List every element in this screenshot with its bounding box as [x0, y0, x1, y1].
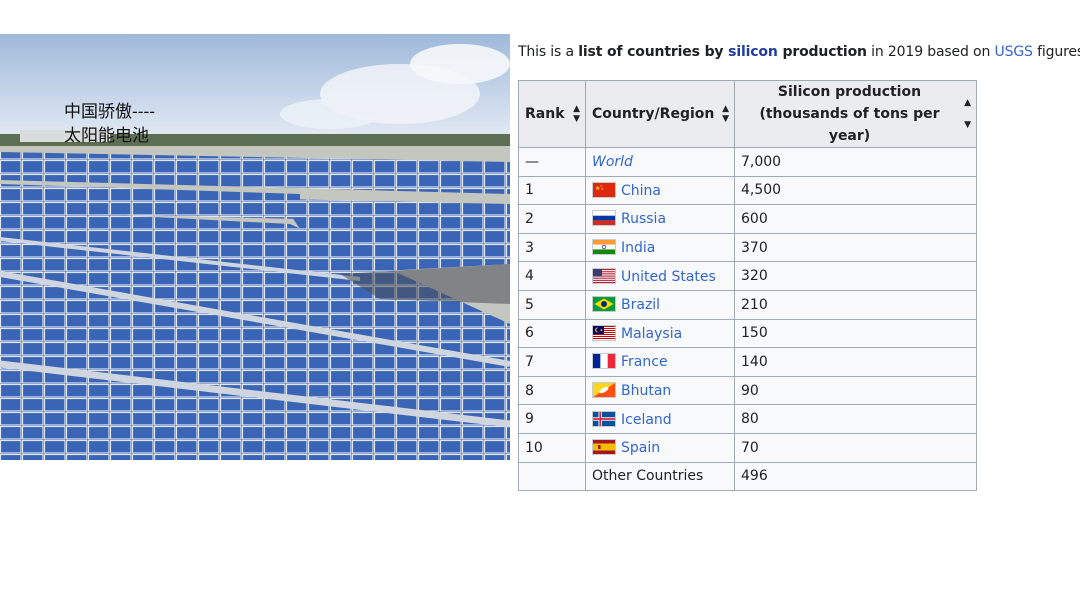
country-link-russia[interactable]: Russia	[621, 211, 666, 227]
solar-farm-illustration	[0, 34, 510, 460]
country-cell: Iceland	[585, 404, 735, 434]
caption-line-1: 中国骄傲----	[64, 102, 155, 122]
table-row: 4 United States 320	[518, 261, 977, 291]
svg-text:★: ★	[601, 187, 604, 191]
country-link-spain[interactable]: Spain	[621, 440, 660, 456]
country-link-malaysia[interactable]: Malaysia	[621, 326, 682, 342]
table-row: 5 Brazil 210	[518, 289, 977, 320]
value-cell: 150	[734, 318, 977, 349]
table-row: 2 Russia 600	[518, 204, 977, 234]
intro-sentence: This is a list of countries by silicon p…	[518, 44, 1080, 60]
country-link-united-states[interactable]: United States	[621, 269, 716, 285]
brazil-flag-icon	[592, 296, 616, 313]
country-cell: United States	[585, 261, 735, 291]
sort-icon[interactable]: ▲ ▼	[964, 92, 971, 136]
svg-text:★: ★	[600, 327, 604, 332]
country-cell: Spain	[585, 432, 735, 463]
table-row: 10 Spain 70	[518, 432, 977, 463]
country-link-china[interactable]: China	[621, 183, 661, 199]
rank-cell: 1	[518, 175, 586, 206]
table-row: 1 ★ ★ ★ China 4,500	[518, 175, 977, 206]
rank-cell: 9	[518, 404, 586, 434]
country-cell: Brazil	[585, 289, 735, 320]
value-cell: 320	[734, 261, 977, 291]
intro-text-2: in 2019 based on	[866, 44, 995, 60]
value-cell: 140	[734, 347, 977, 377]
rank-cell: 8	[518, 375, 586, 406]
value-cell: 80	[734, 404, 977, 434]
rank-cell	[518, 461, 586, 492]
rank-cell: —	[518, 147, 586, 177]
silicon-production-table: Rank ▲ ▼ Country/Region ▲ ▼ Silicon produc…	[518, 80, 977, 492]
rank-cell: 10	[518, 432, 586, 463]
country-cell: ★ ★ ★ China	[585, 175, 735, 206]
intro-bold-1: list of countries by	[578, 44, 729, 60]
value-cell: 600	[734, 204, 977, 234]
value-cell: 90	[734, 375, 977, 406]
usgs-link[interactable]: USGS	[995, 44, 1033, 60]
country-link-brazil[interactable]: Brazil	[621, 297, 660, 313]
value-cell: 4,500	[734, 175, 977, 206]
rank-cell: 5	[518, 289, 586, 320]
photo-caption: 中国骄傲---- 太阳能电池	[64, 100, 204, 148]
table-row: — World 7,000	[518, 147, 977, 177]
country-column-header[interactable]: Country/Region ▲ ▼	[585, 80, 735, 148]
caption-line-2: 太阳能电池	[64, 126, 149, 146]
production-column-header[interactable]: Silicon production (thousands of tons pe…	[734, 80, 977, 148]
silicon-link[interactable]: silicon	[728, 44, 778, 60]
india-flag-icon	[592, 239, 616, 256]
rank-header-label: Rank	[525, 106, 565, 122]
china-flag-icon: ★ ★ ★	[592, 181, 616, 198]
value-cell: 70	[734, 432, 977, 463]
spain-flag-icon	[592, 439, 616, 456]
value-cell: 496	[734, 461, 977, 492]
rank-cell: 4	[518, 261, 586, 291]
table-row: 7 France 140	[518, 347, 977, 377]
rank-cell: 3	[518, 232, 586, 263]
table-row: 9 Iceland 80	[518, 404, 977, 434]
country-cell: Russia	[585, 204, 735, 234]
country-cell: ★ Malaysia	[585, 318, 735, 349]
rank-cell: 6	[518, 318, 586, 349]
value-cell: 7,000	[734, 147, 977, 177]
sort-icon[interactable]: ▲ ▼	[722, 104, 729, 124]
country-link-world[interactable]: World	[585, 147, 735, 177]
country-header-label: Country/Region	[592, 106, 715, 122]
value-cell: 210	[734, 289, 977, 320]
solar-panel-photo: 中国骄傲---- 太阳能电池	[0, 34, 510, 460]
country-link-france[interactable]: France	[621, 354, 668, 370]
russia-flag-icon	[592, 210, 616, 227]
production-header-line-1: Silicon production	[777, 84, 922, 100]
intro-text-1: This is a	[518, 44, 579, 60]
country-cell-other: Other Countries	[585, 461, 735, 492]
rank-column-header[interactable]: Rank ▲ ▼	[518, 80, 586, 148]
rank-cell: 2	[518, 204, 586, 234]
rank-cell: 7	[518, 347, 586, 377]
malaysia-flag-icon: ★	[592, 324, 616, 341]
value-cell: 370	[734, 232, 977, 263]
intro-bold-2: production	[777, 44, 867, 60]
table-row: 8 Bhutan 90	[518, 375, 977, 406]
united-states-flag-icon	[592, 267, 616, 284]
country-link-bhutan[interactable]: Bhutan	[621, 383, 671, 399]
table-row: 3 India 370	[518, 232, 977, 263]
country-link-iceland[interactable]: Iceland	[621, 412, 672, 428]
country-cell: France	[585, 347, 735, 377]
table-header-row: Rank ▲ ▼ Country/Region ▲ ▼ Silicon produc…	[518, 80, 977, 148]
sort-icon[interactable]: ▲ ▼	[573, 104, 580, 124]
table-row: 6 ★ Malaysia 150	[518, 318, 977, 349]
iceland-flag-icon	[592, 410, 616, 427]
france-flag-icon	[592, 353, 616, 370]
intro-text-3: figures.	[1037, 44, 1080, 60]
country-cell: Bhutan	[585, 375, 735, 406]
country-cell: India	[585, 232, 735, 263]
table-row: Other Countries 496	[518, 461, 977, 492]
production-header-line-2: (thousands of tons per year)	[759, 106, 940, 144]
bhutan-flag-icon	[592, 382, 616, 399]
country-link-india[interactable]: India	[621, 240, 655, 256]
